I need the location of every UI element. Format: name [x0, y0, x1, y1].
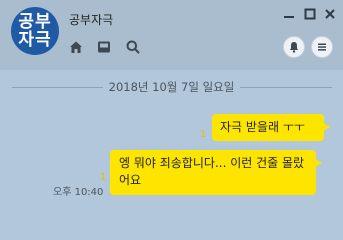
read-count: 1	[100, 172, 107, 183]
chat-header: 공부 자극 공부자극	[0, 0, 343, 70]
minimize-icon[interactable]	[282, 7, 296, 21]
message-time: 오후 10:40	[53, 187, 104, 198]
maximize-icon[interactable]	[303, 7, 317, 21]
date-divider-text: 2018년 10월 7일 일요일	[102, 80, 241, 94]
date-divider: 2018년 10월 7일 일요일	[0, 79, 343, 95]
bell-icon	[289, 42, 299, 53]
menu-button[interactable]	[311, 36, 333, 58]
menu-icon	[318, 43, 326, 51]
avatar-text-line1: 공부	[18, 12, 52, 32]
close-icon[interactable]	[323, 7, 337, 21]
room-name[interactable]: 공부자극	[69, 11, 113, 28]
read-count: 1	[200, 129, 207, 140]
home-icon[interactable]	[68, 39, 84, 55]
message-bubble[interactable]: 엥 뭐야 죄송합니다... 이런 건줄 몰랐어요	[110, 150, 322, 195]
room-avatar[interactable]: 공부 자극	[11, 7, 59, 55]
inbox-icon[interactable]	[96, 39, 112, 55]
message-text: 자극 받을래 ㅜㅜ	[220, 120, 305, 134]
avatar-text-line2: 자극	[18, 30, 52, 50]
notification-button[interactable]	[283, 36, 305, 58]
message-bubble[interactable]: 자극 받을래 ㅜㅜ	[212, 114, 330, 141]
search-icon[interactable]	[125, 39, 141, 55]
message-text: 엥 뭐야 죄송합니다... 이런 건줄 몰랐어요	[119, 156, 305, 187]
